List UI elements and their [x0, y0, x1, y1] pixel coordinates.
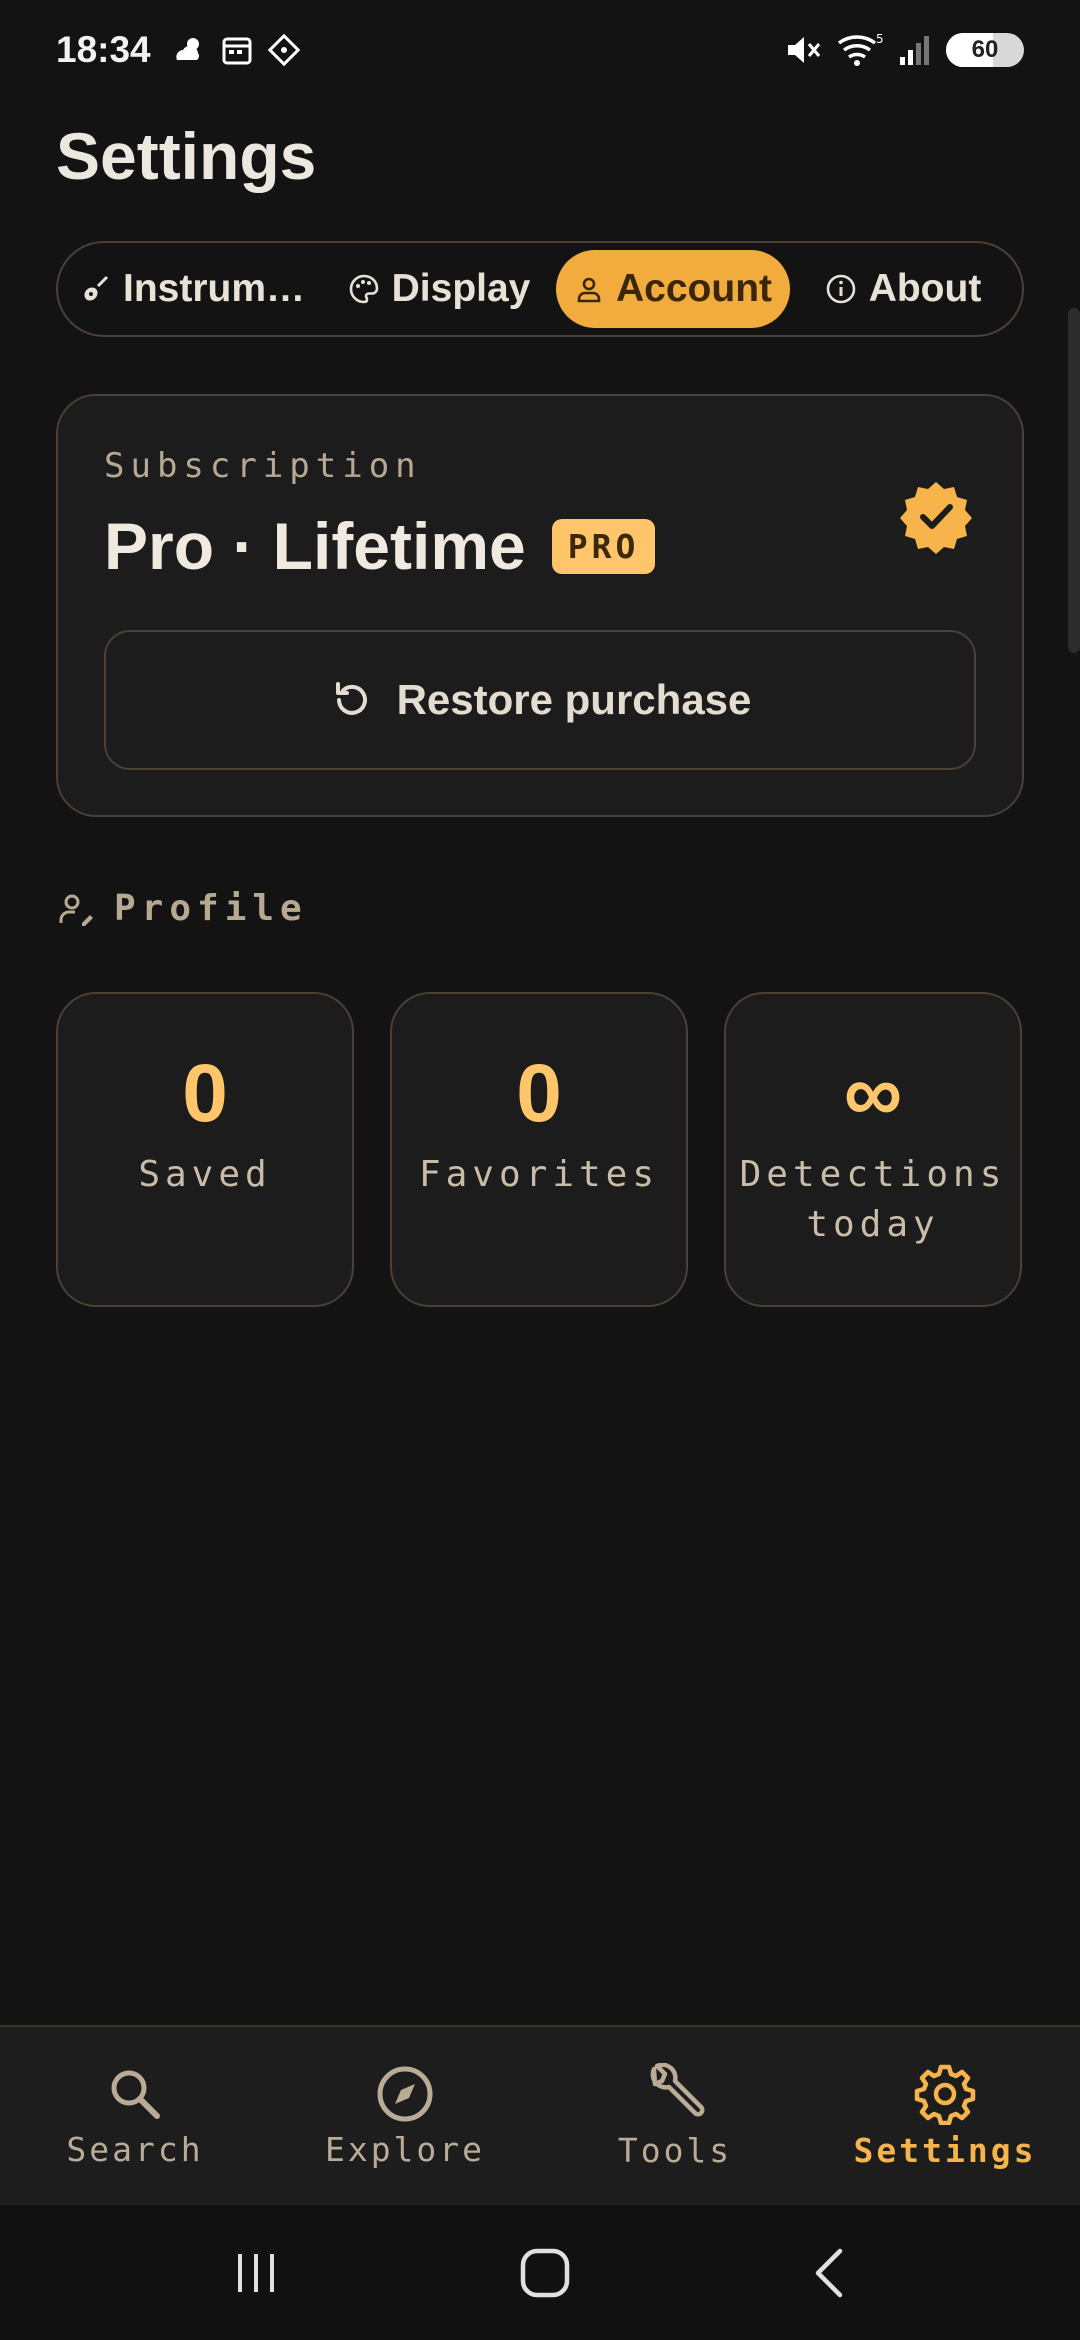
info-icon	[826, 274, 855, 304]
gear-icon	[914, 2064, 976, 2125]
settings-tabs: Instrum… Display Account About	[56, 241, 1024, 337]
plan-name: Pro · Lifetime	[104, 509, 526, 583]
back-icon[interactable]	[804, 2245, 854, 2301]
battery-icon: 60	[946, 33, 1024, 67]
restore-purchase-button[interactable]: Restore purchase	[104, 630, 976, 770]
recent-apps-icon[interactable]	[226, 2248, 286, 2298]
nav-settings[interactable]: Settings	[810, 2027, 1080, 2205]
battery-level: 60	[971, 36, 999, 63]
restore-purchase-label: Restore purchase	[396, 676, 752, 723]
profile-heading: Profile	[58, 888, 308, 929]
svg-text:5: 5	[876, 32, 884, 46]
weather-icon	[175, 38, 199, 60]
nav-search[interactable]: Search	[0, 2027, 270, 2205]
subscription-card: Subscription Pro · Lifetime PRO Restore …	[56, 394, 1024, 817]
stat-label: Saved	[138, 1154, 272, 1195]
page-title: Settings	[56, 119, 317, 193]
scrollbar[interactable]	[1068, 308, 1080, 653]
tab-label: Account	[616, 267, 772, 310]
stat-value: 0	[516, 1048, 562, 1139]
nav-label: Search	[66, 2129, 204, 2169]
verified-badge-icon	[900, 482, 972, 554]
stat-saved[interactable]: 0 Saved	[56, 992, 354, 1307]
signal-icon	[900, 36, 929, 65]
nav-explore[interactable]: Explore	[270, 2027, 540, 2205]
subscription-label: Subscription	[104, 446, 422, 486]
tab-display[interactable]: Display	[322, 250, 556, 328]
tab-about[interactable]: About	[790, 250, 1016, 328]
tab-instruments[interactable]: Instrum…	[64, 250, 322, 328]
wrench-icon	[650, 2062, 705, 2116]
nav-label: Tools	[617, 2130, 733, 2170]
stat-detections-today[interactable]: ∞ Detections today	[724, 992, 1022, 1307]
nav-label: Settings	[853, 2130, 1037, 2170]
guitar-icon	[84, 275, 109, 301]
status-time: 18:34	[56, 29, 151, 70]
tab-label: Display	[391, 267, 531, 310]
stat-value: 0	[182, 1048, 228, 1139]
stat-favorites[interactable]: 0 Favorites	[390, 992, 688, 1307]
profile-icon	[59, 894, 93, 926]
search-icon	[111, 2070, 160, 2119]
stat-label: Detections today	[739, 1154, 1007, 1245]
pro-badge: PRO	[551, 518, 656, 574]
wifi-icon: 5	[837, 32, 884, 66]
tab-label: About	[868, 267, 982, 310]
compass-icon	[377, 2066, 433, 2121]
calendar-icon	[222, 37, 252, 65]
app-icon	[267, 33, 300, 67]
stat-value: ∞	[843, 1048, 903, 1139]
nav-label: Explore	[324, 2129, 486, 2169]
home-icon[interactable]	[517, 2245, 573, 2301]
bottom-navigation: Search Explore Tools Settings	[0, 2025, 1080, 2205]
person-icon	[577, 277, 601, 303]
system-navigation-bar	[0, 2205, 1080, 2340]
nav-tools[interactable]: Tools	[540, 2027, 810, 2205]
tab-account[interactable]: Account	[556, 250, 790, 328]
profile-heading-label: Profile	[114, 888, 308, 929]
mute-icon	[788, 37, 821, 63]
status-bar: 18:34 5 60	[0, 0, 1080, 100]
refresh-icon	[335, 682, 367, 715]
palette-icon	[349, 274, 378, 304]
stat-label: Favorites	[418, 1154, 660, 1195]
tab-label: Instrum…	[122, 267, 305, 310]
